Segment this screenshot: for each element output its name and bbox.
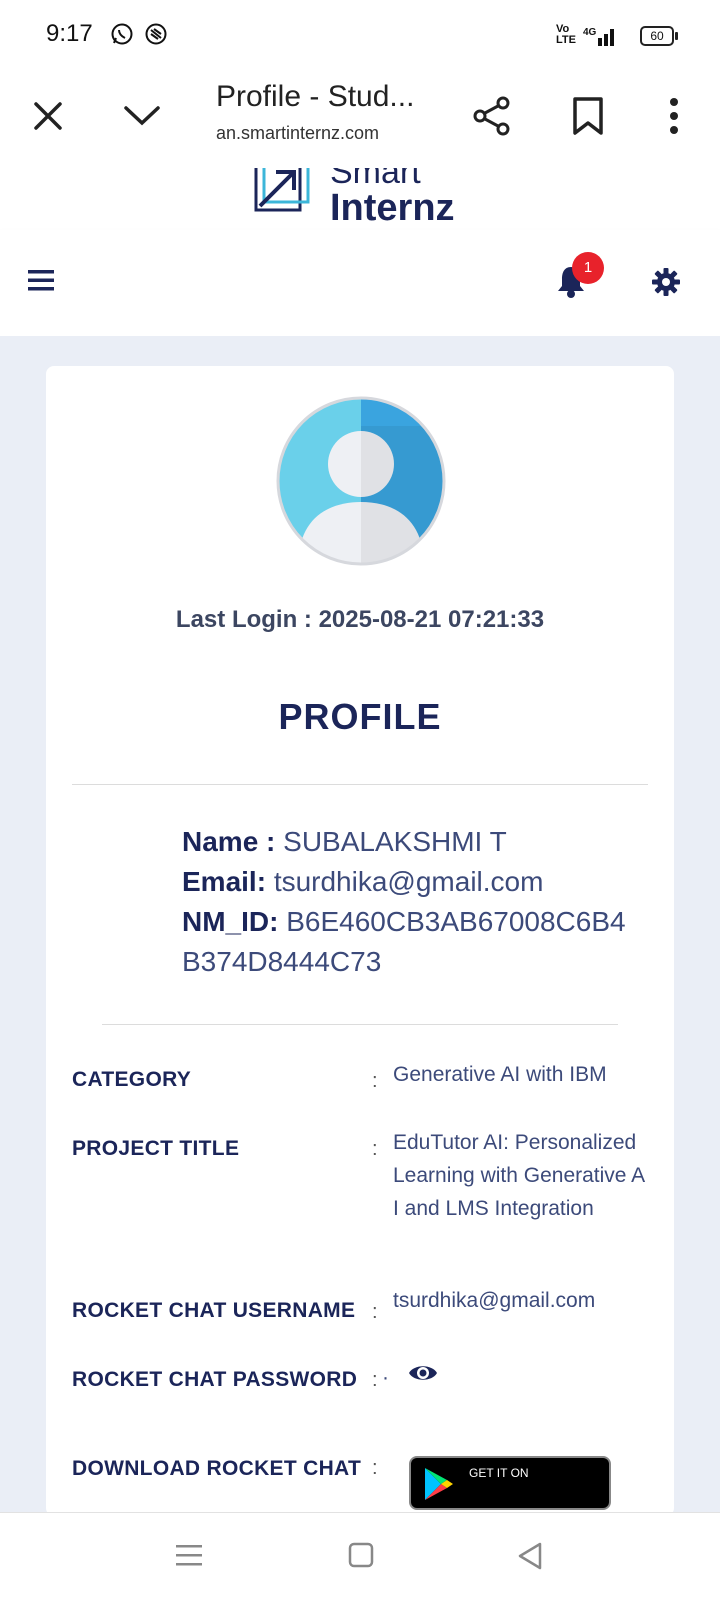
name-value: SUBALAKSHMI T (283, 826, 507, 857)
rocket-chat-username-value: tsurdhika@gmail.com (393, 1289, 596, 1312)
identity-block: Name : SUBALAKSHMI T Email: tsurdhika@gm… (182, 822, 632, 982)
more-options-icon[interactable] (646, 88, 702, 144)
gear-icon[interactable] (652, 268, 680, 300)
name-line: Name : SUBALAKSHMI T (182, 822, 632, 862)
share-icon[interactable] (464, 88, 520, 144)
project-title-label: PROJECT TITLE (72, 1137, 240, 1160)
site-logo[interactable]: Smart Internz (330, 168, 455, 227)
google-play-badge[interactable]: GET IT ON (409, 1456, 611, 1510)
email-line: Email: tsurdhika@gmail.com (182, 862, 632, 902)
project-title-value: EduTutor AI: Personalized Learning with … (393, 1131, 646, 1220)
email-value: tsurdhika@gmail.com (273, 866, 544, 897)
site-navbar (0, 230, 720, 336)
close-icon[interactable] (20, 88, 76, 144)
nmid-key: NM_ID: (182, 906, 279, 937)
status-bar: 9:17 Vo LTE 4G 60 (0, 0, 720, 70)
colon: : (372, 1301, 378, 1323)
colon: : (372, 1138, 378, 1160)
hamburger-menu-icon[interactable] (28, 268, 56, 296)
home-icon[interactable] (348, 1542, 374, 1572)
notification-badge: 1 (572, 252, 604, 284)
page-title: Profile - Stud... (216, 80, 415, 113)
google-play-text: GET IT ON (469, 1466, 529, 1480)
whatsapp-icon (110, 22, 134, 50)
divider (72, 784, 648, 785)
profile-heading: PROFILE (278, 696, 442, 737)
name-key: Name : (182, 826, 276, 857)
rocket-chat-username-label: ROCKET CHAT USERNAME (72, 1299, 356, 1322)
logo-icon (254, 168, 310, 218)
svg-text:4G: 4G (583, 27, 597, 38)
category-value: Generative AI with IBM (393, 1063, 607, 1086)
network-label: Vo LTE (556, 23, 576, 46)
profile-card: Last Login : 2025-08-21 07:21:33 PROFILE… (46, 366, 674, 1516)
rocket-chat-password-label: ROCKET CHAT PASSWORD (72, 1368, 358, 1391)
status-time: 9:17 (46, 20, 93, 47)
rocket-chat-password-value: · (382, 1366, 389, 1389)
recent-apps-icon[interactable] (176, 1543, 202, 1571)
last-login-text: Last Login : 2025-08-21 07:21:33 (175, 606, 545, 633)
system-nav-bar (0, 1512, 720, 1601)
battery-icon: 60 (640, 26, 678, 46)
nmid-line: NM_ID: B6E460CB3AB67008C6B4B374D8444C73 (182, 902, 632, 982)
colon: : (372, 1457, 378, 1479)
page-url: an.smartinternz.com (216, 123, 380, 143)
signal-icon: 4G (580, 24, 620, 50)
colon: : (372, 1369, 378, 1391)
category-label: CATEGORY (72, 1068, 192, 1091)
shield-app-icon (144, 22, 168, 50)
avatar (276, 396, 446, 566)
colon: : (372, 1070, 378, 1092)
site-header: Smart Internz (0, 168, 720, 230)
eye-icon[interactable] (408, 1362, 438, 1388)
bookmark-icon[interactable] (560, 88, 616, 144)
download-rocket-chat-label: DOWNLOAD ROCKET CHAT (72, 1457, 362, 1480)
chevron-down-icon[interactable] (114, 88, 170, 144)
back-icon[interactable] (516, 1541, 544, 1575)
browser-toolbar: Profile - Stud... an.smartinternz.com (0, 70, 720, 170)
divider (102, 1024, 618, 1025)
email-key: Email: (182, 866, 267, 897)
play-store-icon (423, 1466, 453, 1504)
